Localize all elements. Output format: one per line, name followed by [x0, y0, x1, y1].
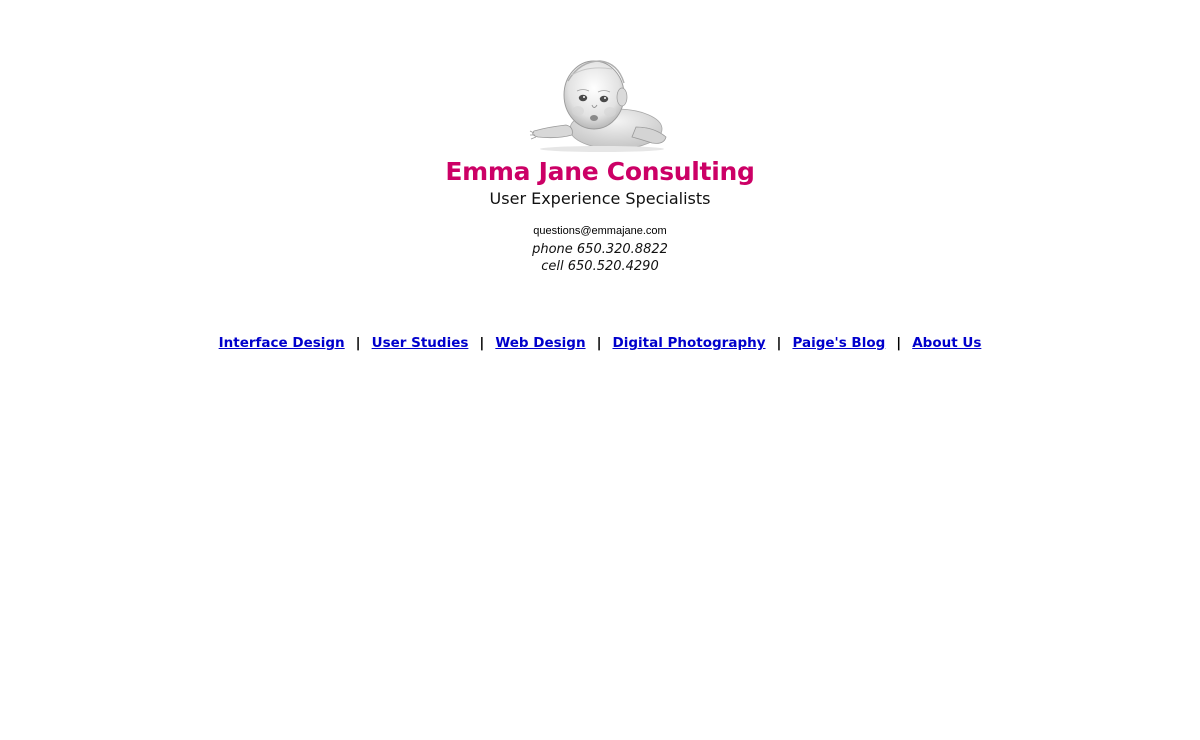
main-nav: Interface Design | User Studies | Web Design… [0, 335, 1200, 351]
nav-separator: | [776, 335, 782, 351]
baby-logo-icon [529, 60, 667, 152]
contact-email: questions@emmajane.com [533, 225, 667, 237]
nav-link-interface-design[interactable]: Interface Design [219, 335, 345, 351]
nav-separator: | [479, 335, 485, 351]
nav-separator: | [596, 335, 602, 351]
page: Emma Jane Consulting User Experience Spe… [0, 0, 1200, 740]
nav-separator: | [355, 335, 361, 351]
nav-separator: | [896, 335, 902, 351]
nav-link-user-studies[interactable]: User Studies [372, 335, 469, 351]
nav-link-about-us[interactable]: About Us [912, 335, 981, 351]
nav-link-paiges-blog[interactable]: Paige's Blog [792, 335, 885, 351]
nav-link-digital-photography[interactable]: Digital Photography [613, 335, 766, 351]
company-name: Emma Jane Consulting [445, 157, 755, 186]
nav-link-web-design[interactable]: Web Design [495, 335, 585, 351]
contact-phone: phone 650.320.8822 [532, 242, 668, 257]
tagline: User Experience Specialists [489, 189, 711, 208]
contact-cell: cell 650.520.4290 [541, 259, 659, 274]
